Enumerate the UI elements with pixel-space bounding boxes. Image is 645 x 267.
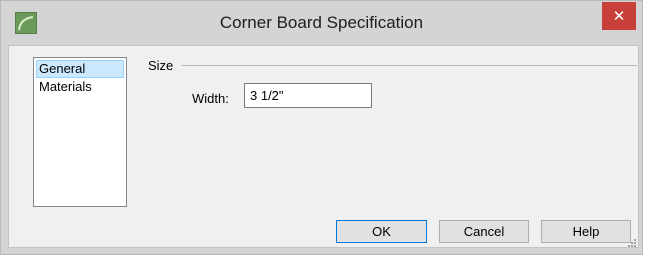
ok-button[interactable]: OK [336,220,427,243]
cancel-button[interactable]: Cancel [439,220,529,243]
close-button[interactable]: ✕ [602,2,636,30]
size-group-label: Size [148,58,174,73]
panel-nav-list[interactable]: General Materials [33,57,127,207]
width-label: Width: [192,91,229,106]
close-icon: ✕ [612,7,626,25]
nav-item-general[interactable]: General [36,60,124,78]
dialog-content: General Materials Size Width: OK Cancel … [8,45,639,248]
dialog-window: Corner Board Specification ✕ General Mat… [0,0,643,255]
help-button[interactable]: Help [541,220,631,243]
title-bar[interactable]: Corner Board Specification ✕ [1,1,642,45]
resize-grip-icon[interactable] [627,236,637,247]
width-input[interactable] [244,83,372,108]
nav-item-materials[interactable]: Materials [36,78,124,96]
size-group-divider [182,65,637,66]
window-title: Corner Board Specification [219,13,424,32]
